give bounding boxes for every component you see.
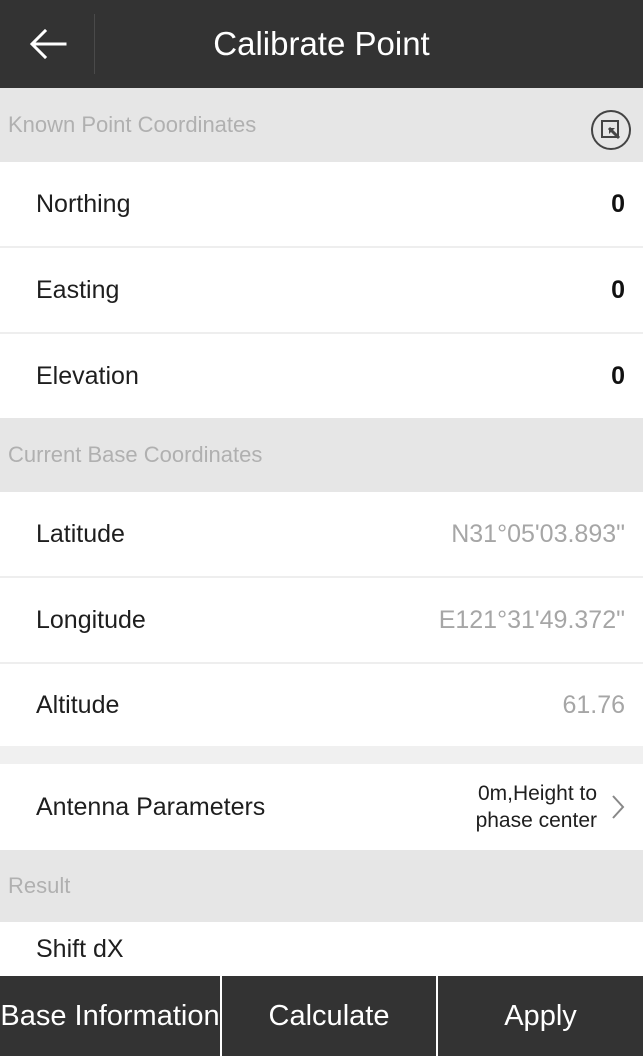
longitude-label: Longitude: [36, 605, 146, 634]
antenna-parameters-value: 0m,Height to phase center: [427, 780, 625, 834]
page-title: Calibrate Point: [213, 25, 430, 62]
import-point-icon: [601, 120, 621, 140]
elevation-value[interactable]: 0: [611, 362, 625, 391]
northing-label: Northing: [36, 189, 131, 218]
easting-label: Easting: [36, 275, 120, 304]
section-base-coordinates: Current Base Coordinates: [0, 418, 643, 492]
easting-row[interactable]: Easting 0: [0, 248, 643, 332]
altitude-label: Altitude: [36, 690, 120, 719]
latitude-value: N31°05'03.893": [451, 519, 625, 548]
arrow-left-icon: [29, 29, 67, 59]
altitude-value: 61.76: [562, 690, 625, 719]
base-information-button[interactable]: Base Information: [0, 976, 222, 1056]
antenna-parameters-text: 0m,Height to phase center: [475, 782, 597, 832]
antenna-parameters-row[interactable]: Antenna Parameters 0m,Height to phase ce…: [0, 764, 643, 850]
northing-row[interactable]: Northing 0: [0, 162, 643, 246]
antenna-parameters-label: Antenna Parameters: [36, 792, 266, 821]
back-button[interactable]: [0, 0, 96, 88]
app-header: Calibrate Point: [0, 0, 643, 88]
chevron-right-icon: [612, 795, 625, 819]
section-result: Result: [0, 850, 643, 922]
altitude-row: Altitude 61.76: [0, 664, 643, 746]
section-result-label: Result: [8, 873, 71, 898]
shift-dx-row: Shift dX: [0, 922, 643, 976]
section-known-point-label: Known Point Coordinates: [8, 112, 257, 137]
shift-dx-label: Shift dX: [36, 934, 124, 963]
longitude-row: Longitude E121°31'49.372": [0, 578, 643, 662]
section-base-coordinates-label: Current Base Coordinates: [8, 442, 263, 467]
northing-value[interactable]: 0: [611, 190, 625, 219]
apply-button[interactable]: Apply: [438, 976, 643, 1056]
latitude-row: Latitude N31°05'03.893": [0, 492, 643, 576]
bottom-action-bar: Base Information Calculate Apply: [0, 976, 643, 1056]
latitude-label: Latitude: [36, 519, 125, 548]
section-known-point: Known Point Coordinates: [0, 88, 643, 162]
longitude-value: E121°31'49.372": [438, 605, 625, 634]
import-point-button[interactable]: [591, 110, 631, 150]
easting-value[interactable]: 0: [611, 276, 625, 305]
elevation-label: Elevation: [36, 361, 139, 390]
elevation-row[interactable]: Elevation 0: [0, 334, 643, 418]
calculate-button[interactable]: Calculate: [222, 976, 438, 1056]
header-divider: [94, 14, 95, 74]
